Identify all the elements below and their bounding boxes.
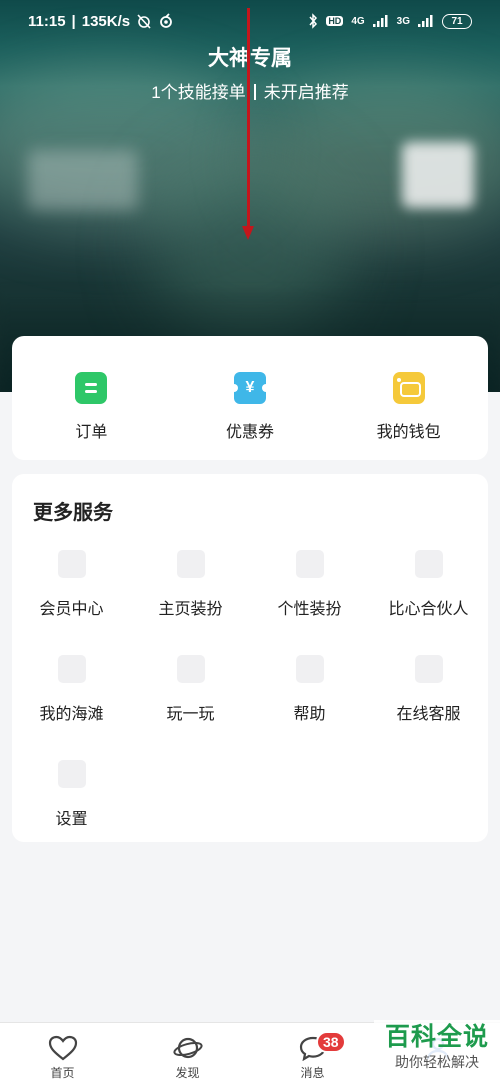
service-label: 会员中心 [39, 601, 104, 618]
service-label: 个性装扮 [277, 601, 342, 618]
watermark-subtitle: 助你轻松解决 [395, 1054, 479, 1070]
orders-button[interactable]: 订单 [12, 336, 171, 460]
order-icon [75, 372, 108, 404]
support-icon [414, 655, 443, 683]
service-label: 我的海滩 [39, 706, 104, 723]
partner-icon [414, 550, 443, 578]
coupon-glyph: ¥ [245, 379, 255, 396]
planet-icon [172, 1037, 203, 1059]
status-bar: 11:15 | 135K/s HD 4G 3G 71 [0, 0, 500, 42]
blurred-banner-image [402, 142, 474, 208]
service-play[interactable]: 玩一玩 [131, 655, 250, 760]
service-online-support[interactable]: 在线客服 [369, 655, 488, 760]
sync-icon [160, 13, 173, 28]
watermark-title: 百科全说 [384, 1023, 489, 1051]
service-settings[interactable]: 设置 [12, 760, 131, 865]
status-time: 11:15 [28, 12, 66, 30]
personal-decor-icon [295, 550, 324, 578]
recommend-status-link[interactable]: 未开启推荐 [264, 83, 349, 102]
settings-icon [57, 760, 86, 788]
network-speed: 135K/s [81, 12, 131, 30]
page-title: 大神专属 [208, 47, 292, 70]
beach-icon [57, 655, 86, 683]
nav-label: 首页 [50, 1066, 75, 1080]
battery-icon: 71 [442, 13, 472, 29]
annotation-arrow-head [242, 226, 254, 240]
battery-level: 71 [451, 15, 463, 27]
coupons-label: 优惠券 [226, 424, 275, 441]
hd-icon: HD [326, 16, 344, 26]
annotation-arrow-line [247, 8, 250, 230]
service-label: 玩一玩 [166, 706, 215, 723]
heart-icon [48, 1035, 77, 1061]
signal-label-2: 3G [396, 15, 410, 27]
service-partner[interactable]: 比心合伙人 [369, 550, 488, 655]
wallet-icon [392, 372, 425, 404]
skill-orders-link[interactable]: 1个技能接单 [151, 83, 245, 102]
nav-discover[interactable]: 发现 [125, 1023, 250, 1084]
unread-badge: 38 [316, 1031, 346, 1053]
nav-label: 发现 [175, 1066, 200, 1080]
service-personal-decor[interactable]: 个性装扮 [250, 550, 369, 655]
services-grid: 会员中心 主页装扮 个性装扮 比心合伙人 我的海滩 玩一玩 帮助 在线客服 设置 [12, 550, 488, 865]
coupon-icon: ¥ [230, 372, 270, 404]
service-label: 在线客服 [396, 706, 461, 723]
homepage-decor-icon [176, 550, 205, 578]
signal-label-1: 4G [351, 15, 365, 27]
help-icon [295, 655, 324, 683]
service-membership-center[interactable]: 会员中心 [12, 550, 131, 655]
membership-icon [57, 550, 86, 578]
service-label: 设置 [55, 811, 88, 828]
page-subtitle: 1个技能接单 未开启推荐 [0, 78, 500, 103]
watermark: 百科全说 助你轻松解决 [374, 1020, 500, 1084]
bluetooth-icon [309, 13, 318, 29]
service-help[interactable]: 帮助 [250, 655, 369, 760]
wallet-label: 我的钱包 [376, 424, 441, 441]
service-label: 主页装扮 [158, 601, 223, 618]
play-icon [176, 655, 205, 683]
quick-actions-card: 订单 ¥ 优惠券 我的钱包 [12, 336, 488, 460]
nav-label: 消息 [300, 1066, 325, 1080]
coupons-button[interactable]: ¥ 优惠券 [171, 336, 330, 460]
section-title: 更多服务 [33, 502, 113, 524]
alarm-off-icon [137, 14, 151, 29]
divider [253, 84, 256, 100]
service-homepage-decor[interactable]: 主页装扮 [131, 550, 250, 655]
signal-icon [418, 15, 433, 27]
signal-icon [372, 15, 388, 27]
blurred-banner-content [28, 150, 138, 210]
service-label: 帮助 [293, 706, 326, 723]
orders-label: 订单 [75, 424, 108, 441]
wallet-button[interactable]: 我的钱包 [329, 336, 488, 460]
service-my-beach[interactable]: 我的海滩 [12, 655, 131, 760]
nav-messages[interactable]: 消息 38 [250, 1023, 375, 1084]
service-label: 比心合伙人 [388, 601, 469, 618]
nav-home[interactable]: 首页 [0, 1023, 125, 1084]
more-services-card: 更多服务 会员中心 主页装扮 个性装扮 比心合伙人 我的海滩 玩一玩 帮助 在线… [12, 474, 488, 842]
